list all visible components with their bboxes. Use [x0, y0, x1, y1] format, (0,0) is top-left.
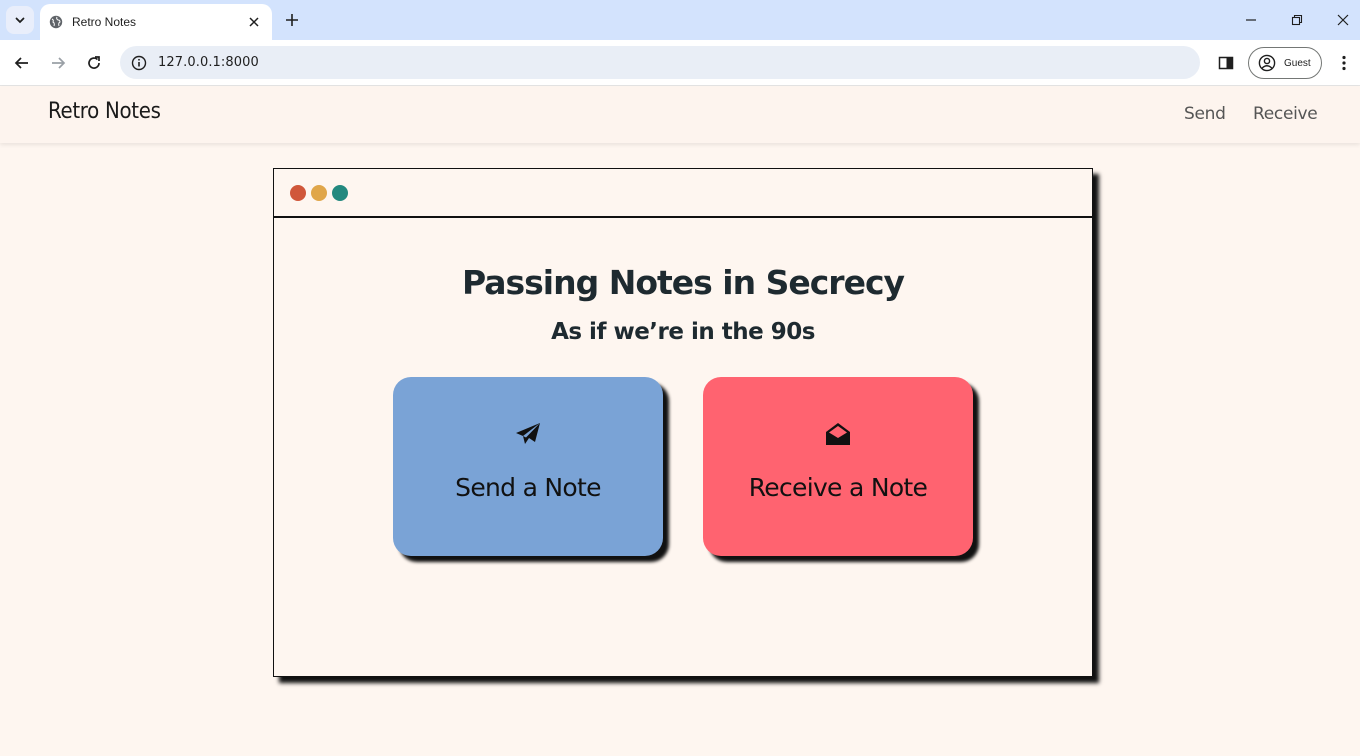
reload-button[interactable] [80, 49, 108, 77]
new-tab-button[interactable] [280, 8, 304, 32]
nav-link-send[interactable]: Send [1184, 104, 1226, 124]
tab-title: Retro Notes [72, 15, 137, 29]
arrow-left-icon [14, 57, 28, 69]
site-navbar: Retro Notes Send Receive [0, 87, 1360, 143]
envelope-open-icon [825, 421, 851, 447]
chevron-down-icon [15, 17, 25, 24]
tab-search-button[interactable] [6, 6, 34, 34]
address-bar[interactable]: 127.0.0.1:8000 [120, 46, 1200, 79]
profile-button[interactable]: Guest [1248, 47, 1322, 79]
side-panel-button[interactable] [1212, 49, 1240, 77]
send-note-card[interactable]: Send a Note [393, 377, 663, 556]
back-button[interactable] [8, 49, 36, 77]
close-icon [1337, 14, 1349, 26]
minimize-button[interactable] [1228, 0, 1274, 40]
receive-note-card[interactable]: Receive a Note [703, 377, 973, 556]
reload-icon [88, 56, 100, 69]
profile-label: Guest [1284, 57, 1311, 69]
side-panel-icon [1218, 56, 1234, 70]
globe-icon [48, 14, 64, 30]
arrow-right-icon [52, 57, 66, 69]
window-dot-yellow [311, 185, 327, 201]
hero-subtitle: As if we’re in the 90s [551, 319, 815, 345]
send-note-label: Send a Note [455, 473, 601, 502]
nav-link-receive[interactable]: Receive [1253, 104, 1318, 124]
restore-icon [1291, 14, 1303, 26]
site-brand[interactable]: Retro Notes [48, 99, 161, 124]
tab-close-button[interactable] [244, 12, 264, 32]
window-dot-red [290, 185, 306, 201]
close-window-button[interactable] [1320, 0, 1360, 40]
browser-menu-button[interactable] [1332, 49, 1356, 77]
forward-button[interactable] [44, 49, 72, 77]
plus-icon [286, 14, 298, 26]
minimize-icon [1246, 19, 1256, 21]
retro-window: Passing Notes in Secrecy As if we’re in … [273, 168, 1093, 677]
restore-button[interactable] [1274, 0, 1320, 40]
hero-title: Passing Notes in Secrecy [461, 263, 905, 302]
window-dot-green [332, 185, 348, 201]
url-text: 127.0.0.1:8000 [158, 55, 259, 70]
kebab-menu-icon [1342, 55, 1346, 71]
paper-plane-icon [515, 421, 541, 447]
browser-toolbar: 127.0.0.1:8000 Guest [0, 40, 1360, 86]
window-title-bar [274, 169, 1092, 218]
receive-note-label: Receive a Note [748, 473, 928, 502]
browser-tab[interactable]: Retro Notes [40, 4, 272, 40]
account-icon [1258, 54, 1276, 72]
tab-strip: Retro Notes [0, 0, 1360, 40]
close-icon [249, 17, 259, 27]
info-icon[interactable] [130, 54, 148, 72]
